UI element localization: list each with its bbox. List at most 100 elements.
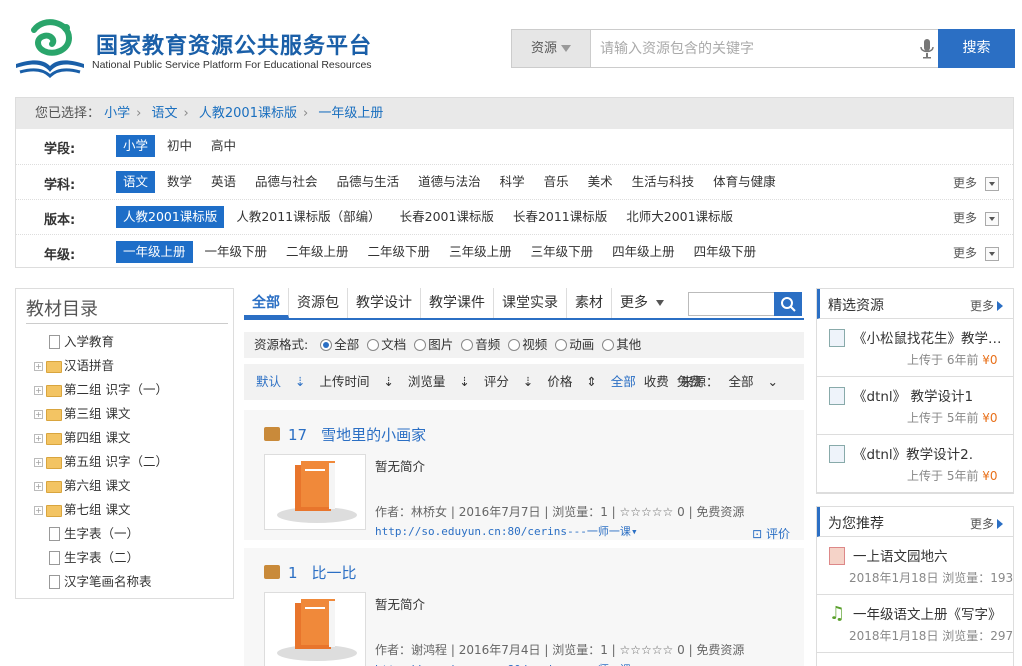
tab-1[interactable]: 资源包 [289,288,348,318]
filter-option[interactable]: 小学 [116,135,156,157]
format-option[interactable]: 全部 [320,332,359,358]
filter-option[interactable]: 语文 [116,171,156,193]
expand-icon[interactable]: + [34,362,43,371]
breadcrumb-item[interactable]: 人教2001课标版 [199,106,297,121]
author-name[interactable]: 谢鸿程 [411,643,447,657]
search-input[interactable] [600,30,920,67]
tree-item[interactable]: 汉字笔画名称表 [34,570,168,594]
featured-item[interactable]: 《小松鼠找花生》教学设计 上传于 6年前 ¥0 [817,319,1013,377]
radio-button[interactable] [461,339,474,351]
filter-option[interactable]: 品德与生活 [330,171,407,193]
recommend-item-title[interactable]: 一年级语文上册《写字》 [853,603,1003,623]
filter-option[interactable]: 品德与社会 [248,171,325,193]
comment-button[interactable]: ⊡ 评价 [752,525,790,542]
tab-more[interactable]: 更多 [612,288,672,318]
source-dropdown[interactable]: 来源： 全部 ⌄ [681,364,788,400]
filter-option[interactable]: 一年级下册 [198,241,275,263]
filter-option[interactable]: 生活与科技 [625,171,702,193]
expand-icon[interactable]: + [34,506,43,515]
tree-item[interactable]: 生字表（二） [34,546,168,570]
filter-more-button[interactable]: 更多 [953,244,999,261]
filter-option[interactable]: 高中 [204,135,243,157]
recommend-item-title[interactable]: 一上语文园地六 [853,545,1003,565]
radio-button[interactable] [508,339,521,351]
sort-default[interactable]: 默认 ⇣ [256,374,305,389]
result-title[interactable]: 雪地里的小画家 [321,426,426,444]
filter-option[interactable]: 长春2011课标版 [506,206,614,228]
featured-item-title[interactable]: 《dtnl》 教学设计1 [853,385,1003,405]
filter-all[interactable]: 全部 [611,374,636,389]
filter-more-button[interactable]: 更多 [953,174,999,191]
filter-option[interactable]: 北师大2001课标版 [619,206,740,228]
format-option[interactable]: 音频 [461,332,500,358]
filter-more-button[interactable]: 更多 [953,209,999,226]
tab-search-input[interactable] [688,292,802,316]
filter-option[interactable]: 二年级上册 [279,241,356,263]
radio-button[interactable] [555,339,568,351]
sort-upload-time[interactable]: 上传时间 ⇣ [319,374,393,389]
filter-option[interactable]: 人教2011课标版（部编） [229,206,387,228]
filter-option[interactable]: 道德与法治 [411,171,488,193]
tab-0[interactable]: 全部 [244,288,289,318]
filter-option[interactable]: 二年级下册 [361,241,438,263]
breadcrumb-item[interactable]: 小学 [104,106,130,121]
filter-option[interactable]: 一年级上册 [116,241,193,263]
expand-icon[interactable]: + [34,482,43,491]
sort-price[interactable]: 价格 ⇕ [547,374,596,389]
tree-item[interactable]: + 第三组 课文 [34,402,168,426]
recommend-more-link[interactable]: 更多 [970,515,1003,532]
tab-3[interactable]: 教学课件 [421,288,494,318]
filter-paid[interactable]: 收费 [644,374,669,389]
site-logo-icon[interactable] [14,18,86,78]
filter-option[interactable]: 三年级上册 [442,241,519,263]
result-url[interactable]: http://so.eduyun.cn:80/cerins---一师一课▾ [375,523,638,539]
expand-icon[interactable]: + [34,458,43,467]
breadcrumb-item[interactable]: 语文 [152,106,178,121]
featured-more-link[interactable]: 更多 [970,297,1003,314]
author-name[interactable]: 林桥女 [411,505,447,519]
tree-item[interactable]: 入学教育 [34,330,168,354]
filter-option[interactable]: 三年级下册 [524,241,601,263]
expand-icon[interactable]: + [34,434,43,443]
microphone-icon[interactable] [920,39,934,59]
filter-option[interactable]: 体育与健康 [706,171,783,193]
format-option[interactable]: 视频 [508,332,547,358]
result-title-row[interactable]: 17 雪地里的小画家 [264,424,426,445]
format-option[interactable]: 文档 [367,332,406,358]
filter-option[interactable]: 长春2001课标版 [393,206,501,228]
radio-button[interactable] [367,339,380,351]
radio-button[interactable] [602,339,615,351]
breadcrumb-item[interactable]: 一年级上册 [318,106,383,121]
result-url[interactable]: http://so.eduyun.cn:80/cerins---一师一课▾ [375,661,638,666]
sort-views[interactable]: 浏览量 ⇣ [408,374,470,389]
search-button[interactable]: 搜索 [938,29,1015,68]
filter-option[interactable]: 人教2001课标版 [116,206,225,228]
featured-item[interactable]: 《dtnl》 教学设计1 上传于 5年前 ¥0 [817,377,1013,435]
filter-option[interactable]: 数学 [160,171,199,193]
filter-option[interactable]: 科学 [493,171,532,193]
format-option[interactable]: 动画 [555,332,594,358]
featured-item-title[interactable]: 《dtnl》教学设计2. [853,443,1003,463]
radio-button[interactable] [320,339,333,351]
sort-rating[interactable]: 评分 ⇣ [484,374,533,389]
filter-option[interactable]: 音乐 [537,171,576,193]
recommend-item[interactable]: ♫ 一年级语文上册《写字》 2018年1月18日 浏览量：297 [817,595,1013,653]
filter-option[interactable]: 初中 [160,135,199,157]
tree-item[interactable]: + 第二组 识字（一） [34,378,168,402]
tab-5[interactable]: 素材 [567,288,612,318]
radio-button[interactable] [414,339,427,351]
tree-item[interactable]: + 汉语拼音 [34,354,168,378]
filter-option[interactable]: 四年级下册 [687,241,764,263]
tree-item[interactable]: + 第七组 课文 [34,498,168,522]
tree-item[interactable]: 生字表（一） [34,522,168,546]
result-thumbnail[interactable] [264,592,366,666]
featured-item[interactable]: 《dtnl》教学设计2. 上传于 5年前 ¥0 [817,435,1013,493]
tab-4[interactable]: 课堂实录 [494,288,567,318]
result-title-row[interactable]: 1 比一比 [264,562,357,583]
expand-icon[interactable]: + [34,386,43,395]
filter-option[interactable]: 美术 [581,171,620,193]
search-icon[interactable] [774,292,802,316]
tree-item[interactable]: + 第六组 课文 [34,474,168,498]
recommend-item[interactable]: 一上语文园地六 2018年1月18日 浏览量：193 [817,537,1013,595]
result-title[interactable]: 比一比 [312,564,357,582]
